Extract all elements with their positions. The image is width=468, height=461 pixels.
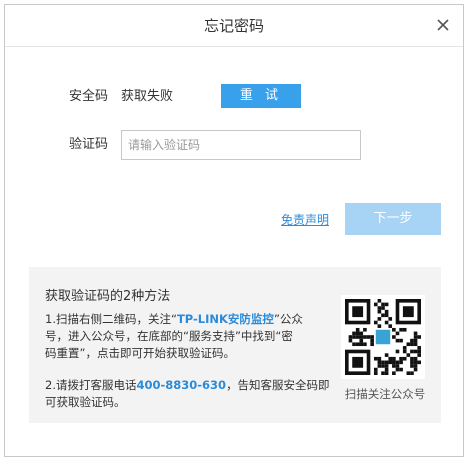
help-step-1: 1.扫描右侧二维码，关注“TP-LINK安防监控”公众 号，进入公众号，在底部的… — [45, 311, 333, 362]
qr-caption: 扫描关注公众号 — [344, 387, 426, 401]
captcha-input[interactable] — [121, 130, 361, 160]
forgot-password-dialog: 忘记密码 安全码 获取失败 重 试 验证码 免责声明 下一步 获取验证码的2种方… — [4, 4, 464, 457]
dialog-titlebar: 忘记密码 — [5, 5, 463, 47]
dialog-title: 忘记密码 — [203, 17, 264, 35]
retry-button[interactable]: 重 试 — [221, 84, 301, 108]
close-icon[interactable] — [435, 17, 451, 33]
help-step-2-line-1: 2.请拨打客服电话400-8830-630，告知客服安全码即 — [45, 378, 330, 392]
qr-code-icon — [341, 295, 425, 379]
help-title: 获取验证码的2种方法 — [45, 289, 171, 304]
help-step-1-line-2: 号，进入公众号，在底部的“服务支持”中找到“密 — [45, 329, 293, 343]
next-step-button[interactable]: 下一步 — [345, 203, 441, 235]
help-step-2-line-2: 可获取验证码。 — [45, 395, 126, 409]
service-phone: 400-8830-630 — [136, 378, 227, 392]
help-panel: 获取验证码的2种方法 1.扫描右侧二维码，关注“TP-LINK安防监控”公众 号… — [29, 267, 441, 423]
security-code-status: 获取失败 — [121, 89, 174, 104]
help-step-1-line-3: 码重置”，点击即可开始获取验证码。 — [45, 346, 235, 360]
official-account-name: TP-LINK安防监控 — [176, 312, 274, 326]
help-step-2: 2.请拨打客服电话400-8830-630，告知客服安全码即 可获取验证码。 — [45, 377, 333, 411]
help-step-1-line-1: 1.扫描右侧二维码，关注“TP-LINK安防监控”公众 — [45, 312, 303, 326]
captcha-label: 验证码 — [69, 137, 109, 152]
security-code-label: 安全码 — [69, 89, 109, 104]
disclaimer-link[interactable]: 免责声明 — [281, 212, 329, 228]
